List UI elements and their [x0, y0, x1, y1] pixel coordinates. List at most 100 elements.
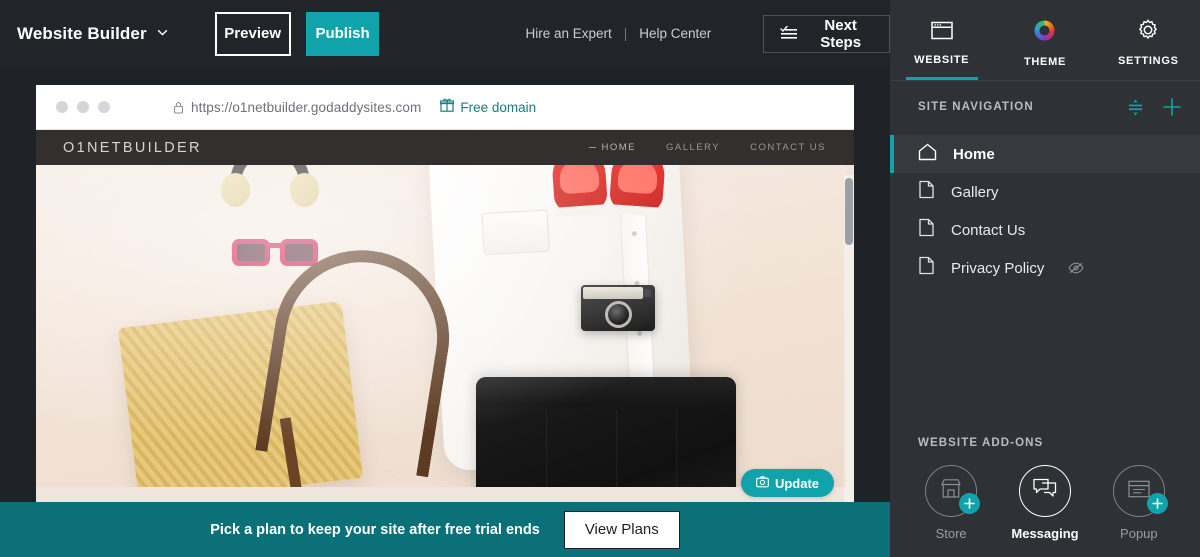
plus-badge-icon [959, 493, 981, 514]
leather-strap-object [255, 237, 462, 478]
site-nav: HOME GALLERY CONTACT US [589, 142, 826, 153]
addon-store-label: Store [935, 526, 967, 541]
messaging-icon [1033, 478, 1057, 504]
plus-badge-icon [1146, 493, 1168, 514]
page-icon [918, 180, 935, 204]
black-skirt-object [476, 377, 736, 487]
browser-address-bar: https://o1netbuilder.godaddysites.com Fr… [36, 85, 854, 130]
editor-main-area: Website Builder Preview Publish Hire an … [0, 0, 890, 557]
free-trial-banner: Pick a plan to keep your site after free… [0, 502, 890, 557]
site-preview-frame: https://o1netbuilder.godaddysites.com Fr… [36, 85, 854, 557]
update-image-button[interactable]: Update [740, 469, 834, 497]
active-nav-dash-icon [589, 147, 597, 148]
addon-store[interactable]: Store [925, 465, 981, 541]
preview-button[interactable]: Preview [214, 11, 291, 56]
help-center-link[interactable]: Help Center [639, 26, 711, 41]
camera-object [581, 285, 655, 331]
app-title: Website Builder [17, 23, 147, 43]
hire-an-expert-link[interactable]: Hire an Expert [525, 26, 611, 41]
page-icon [918, 256, 935, 280]
update-button-label: Update [774, 475, 819, 491]
sunglasses-object [232, 237, 318, 269]
window-dot [77, 101, 89, 113]
website-addons-section: WEBSITE ADD-ONS Store Messaging Popup [890, 437, 1200, 541]
view-plans-button[interactable]: View Plans [563, 510, 680, 549]
window-dot [56, 101, 68, 113]
red-shoe-left-object [550, 165, 609, 217]
sidebar-page-label: Gallery [951, 183, 999, 201]
sidebar-page-home[interactable]: Home [890, 135, 1200, 173]
publish-button[interactable]: Publish [305, 11, 380, 56]
addon-popup-label: Popup [1120, 526, 1158, 541]
trial-banner-message: Pick a plan to keep your site after free… [210, 521, 540, 538]
tab-settings[interactable]: SETTINGS [1097, 0, 1200, 80]
addon-store-circle [925, 465, 981, 517]
plus-icon[interactable] [1162, 97, 1182, 117]
home-icon [918, 143, 937, 166]
site-canvas: O1NETBUILDER HOME GALLERY CONTACT US Upd… [36, 130, 854, 557]
browser-window-icon [930, 21, 953, 45]
next-steps-button[interactable]: Next Steps [763, 14, 890, 53]
top-links-group: Hire an Expert | Help Center [525, 26, 711, 41]
site-logo[interactable]: O1NETBUILDER [63, 140, 202, 156]
website-builder-app: Website Builder Preview Publish Hire an … [0, 0, 1200, 557]
addon-popup[interactable]: Popup [1112, 465, 1168, 541]
sidebar-page-gallery[interactable]: Gallery [890, 173, 1200, 211]
window-dots [56, 101, 110, 113]
free-domain-link[interactable]: Free domain [440, 98, 536, 117]
page-icon [918, 218, 935, 242]
white-shirt-object [427, 165, 695, 472]
site-navigation-actions [1127, 97, 1182, 117]
addon-popup-circle [1112, 465, 1168, 517]
sidebar-tabs: WEBSITE THEME SETTINGS [890, 0, 1200, 80]
tab-website-label: WEBSITE [914, 53, 970, 66]
image-update-icon [756, 475, 769, 491]
url-text: https://o1netbuilder.godaddysites.com [191, 99, 422, 115]
link-separator: | [623, 26, 628, 41]
tab-theme-label: THEME [1023, 55, 1066, 68]
url-display[interactable]: https://o1netbuilder.godaddysites.com [173, 100, 421, 115]
website-addons-title: WEBSITE ADD-ONS [918, 437, 1044, 449]
straw-bag-object [117, 300, 364, 487]
headphones-object [221, 165, 319, 211]
sidebar-page-label: Contact Us [951, 221, 1026, 239]
top-toolbar: Website Builder Preview Publish Hire an … [0, 0, 890, 67]
site-nav-item-gallery[interactable]: GALLERY [666, 142, 720, 153]
site-navigation-title: SITE NAVIGATION [918, 101, 1034, 113]
free-domain-label: Free domain [460, 99, 537, 115]
site-navigation-header: SITE NAVIGATION [890, 81, 1200, 133]
sidebar-page-label: Privacy Policy [951, 259, 1045, 277]
tab-website[interactable]: WEBSITE [890, 0, 993, 80]
site-nav-item-home[interactable]: HOME [589, 142, 636, 153]
next-steps-label: Next Steps [820, 16, 862, 51]
tab-settings-label: SETTINGS [1118, 55, 1179, 67]
color-wheel-icon [1033, 19, 1056, 47]
addon-messaging[interactable]: Messaging [1011, 465, 1079, 541]
website-builder-menu[interactable]: Website Builder [17, 24, 167, 44]
addon-messaging-circle [1018, 465, 1071, 517]
site-header: O1NETBUILDER HOME GALLERY CONTACT US [36, 130, 854, 165]
reorder-icon[interactable] [1127, 98, 1144, 117]
sidebar-page-label: Home [953, 145, 995, 163]
red-shoe-right-object [608, 165, 667, 217]
eye-off-icon [1068, 262, 1085, 274]
hero-image[interactable] [36, 165, 846, 487]
sidebar-page-privacy-policy[interactable]: Privacy Policy [890, 249, 1200, 287]
site-pages-list: Home Gallery Contact Us Privacy Policy [890, 135, 1200, 287]
popup-icon [1128, 480, 1150, 503]
sidebar-page-contact-us[interactable]: Contact Us [890, 211, 1200, 249]
website-addons-list: Store Messaging Popup [890, 465, 1200, 541]
gift-icon [440, 98, 455, 117]
window-dot [98, 101, 110, 113]
preview-scrollbar-thumb[interactable] [845, 178, 853, 245]
tab-theme[interactable]: THEME [993, 0, 1096, 80]
addon-messaging-label: Messaging [1011, 526, 1079, 541]
checklist-icon [780, 25, 798, 43]
lock-icon [173, 101, 184, 114]
gear-icon [1137, 19, 1159, 46]
leather-strap-lower-object [279, 392, 467, 487]
chevron-down-icon [156, 26, 167, 37]
site-nav-label: HOME [601, 142, 636, 153]
right-sidebar: WEBSITE THEME SETTINGS SITE NAVIGATION H… [890, 0, 1200, 557]
site-nav-item-contact-us[interactable]: CONTACT US [750, 142, 826, 153]
